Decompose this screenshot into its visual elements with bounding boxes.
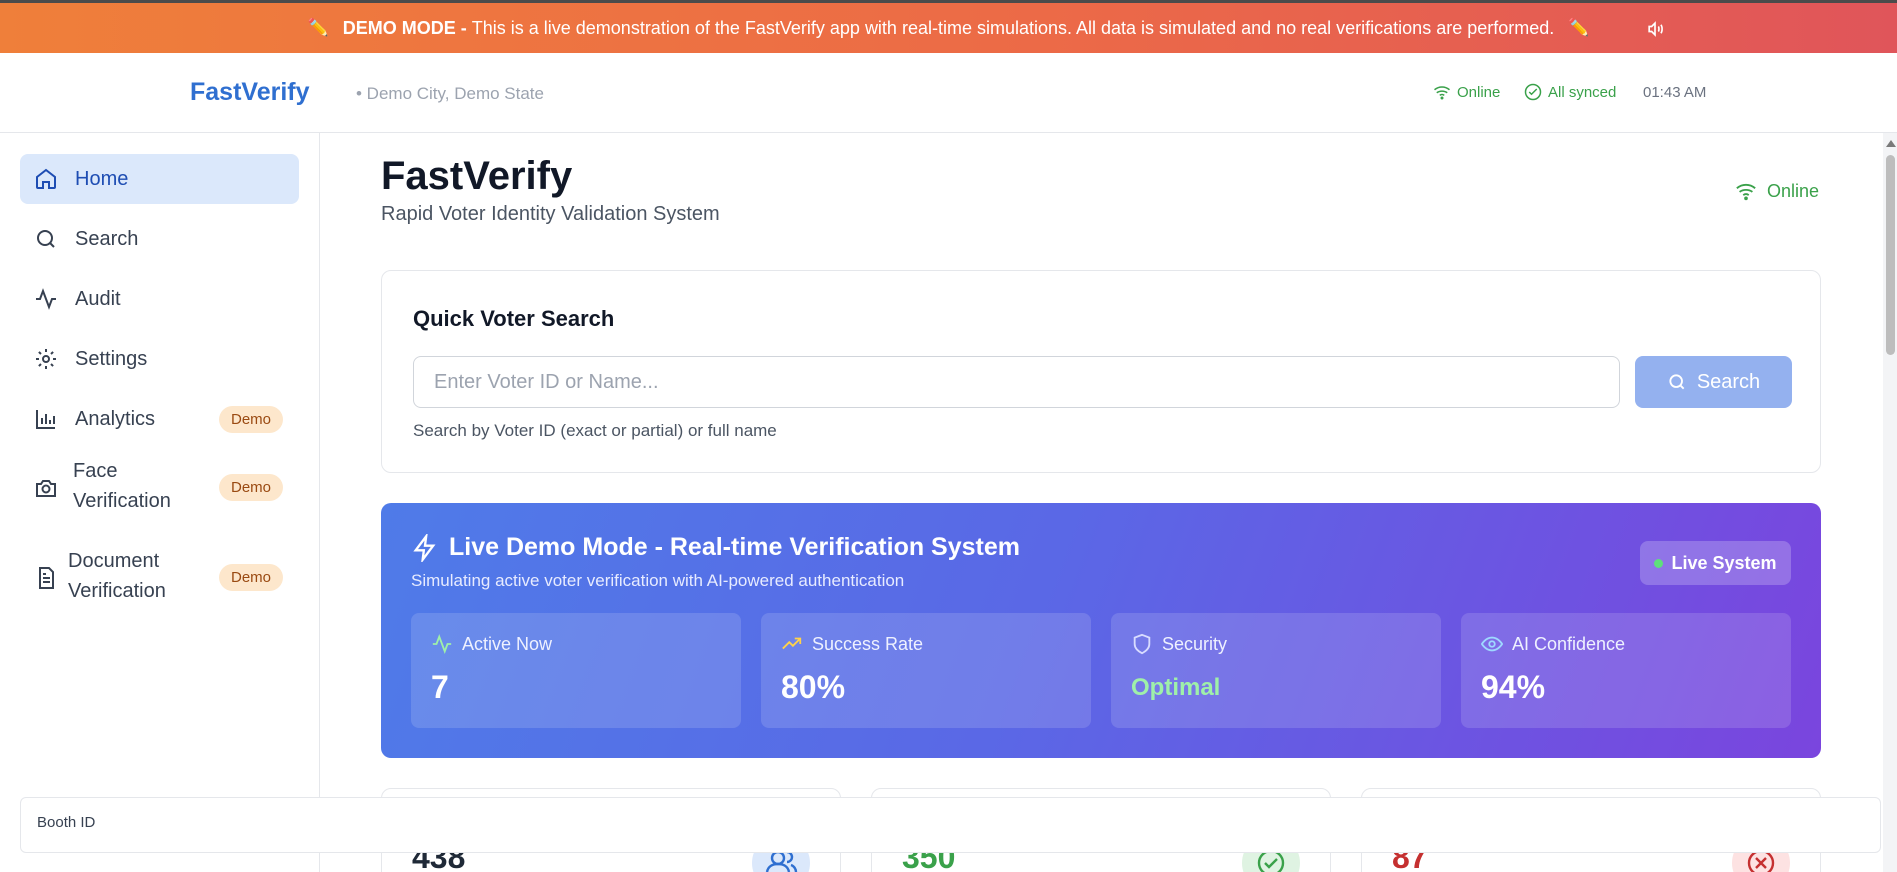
wifi-icon: [1434, 86, 1450, 100]
stat-label: AI Confidence: [1512, 633, 1626, 654]
demo-badge: Demo: [218, 406, 283, 433]
stat-value: Optimal: [1131, 674, 1221, 701]
stat-value: 94%: [1481, 669, 1546, 705]
sidebar-item-label: Face Verification: [73, 460, 171, 512]
banner-text: This is a live demonstration of the Fast…: [471, 17, 1555, 38]
gear-icon: [36, 349, 56, 369]
sidebar-item-home[interactable]: Home: [20, 154, 299, 204]
stat-label: Security: [1162, 633, 1228, 654]
activity-icon: [36, 288, 56, 310]
search-button[interactable]: Search: [1635, 356, 1792, 408]
stat-success-rate: Success Rate 80%: [761, 613, 1091, 728]
stat-active-now: Active Now 7: [411, 613, 741, 728]
lightning-icon: [413, 533, 436, 562]
sidebar-item-label: Analytics: [75, 408, 156, 430]
location-label: • Demo City, Demo State: [356, 84, 544, 103]
home-icon: [36, 168, 56, 189]
demo-title: Live Demo Mode - Real-time Verification …: [411, 533, 1020, 562]
stat-value: 80%: [781, 669, 846, 705]
sidebar-item-settings[interactable]: Settings: [20, 334, 299, 384]
stat-label: Success Rate: [812, 633, 924, 654]
speaker-icon[interactable]: [1644, 19, 1666, 39]
demo-banner: ✏️ DEMO MODE - This is a live demonstrat…: [0, 0, 1897, 53]
banner-strong: DEMO MODE -: [342, 17, 467, 38]
stat-value: 7: [431, 669, 449, 705]
sidebar-item-face-verification[interactable]: Face Verification Demo: [20, 454, 299, 520]
activity-icon: [432, 634, 452, 654]
top-bar: FastVerify • Demo City, Demo State Onlin…: [0, 53, 1897, 133]
sidebar-item-label: Document Verification: [68, 550, 166, 602]
wifi-icon: [1736, 183, 1756, 201]
brand-logo[interactable]: FastVerify: [190, 78, 310, 107]
demo-subtitle: Simulating active voter verification wit…: [411, 571, 905, 590]
sidebar-item-label: Home: [75, 168, 129, 190]
sidebar-item-audit[interactable]: Audit: [20, 274, 299, 324]
stat-ai-confidence: AI Confidence 94%: [1461, 613, 1791, 728]
live-dot-icon: [1654, 558, 1664, 568]
eye-icon: [1481, 636, 1503, 652]
quick-search-card: Quick Voter Search Search Search by Vote…: [381, 270, 1821, 473]
scroll-up-arrow-icon[interactable]: [1886, 140, 1896, 147]
online-label: Online: [1457, 83, 1501, 101]
search-icon: [1669, 374, 1685, 390]
search-icon: [37, 230, 55, 248]
search-hint: Search by Voter ID (exact or partial) or…: [413, 421, 777, 440]
sidebar: Home Search Audit Settings Analytics Dem…: [0, 133, 320, 872]
demo-title-text: Live Demo Mode - Real-time Verification …: [449, 533, 1020, 561]
shield-icon: [1133, 633, 1151, 655]
search-button-label: Search: [1696, 370, 1761, 393]
live-badge-label: Live System: [1671, 552, 1777, 573]
online-label: Online: [1767, 180, 1820, 201]
sidebar-item-label: Settings: [75, 348, 148, 370]
sidebar-item-search[interactable]: Search: [20, 214, 299, 264]
clock: 01:43 AM: [1643, 84, 1707, 101]
search-heading: Quick Voter Search: [413, 306, 615, 331]
scrollbar-thumb[interactable]: [1886, 155, 1895, 355]
pencil-icon: ✏️: [1568, 18, 1590, 37]
sync-status: All synced: [1524, 83, 1616, 101]
live-demo-panel: Live Demo Mode - Real-time Verification …: [381, 503, 1821, 758]
document-icon: [39, 567, 54, 589]
bar-chart-icon: [36, 410, 55, 429]
main-connection-status: Online: [1734, 180, 1819, 202]
check-circle-icon: [1524, 83, 1542, 101]
synced-label: All synced: [1548, 83, 1617, 101]
stat-label: Active Now: [462, 633, 553, 654]
sidebar-item-document-verification[interactable]: Document Verification Demo: [20, 544, 299, 610]
stat-security: Security Optimal: [1111, 613, 1441, 728]
demo-badge: Demo: [218, 474, 283, 501]
sidebar-item-analytics[interactable]: Analytics Demo: [20, 394, 299, 444]
page-title: FastVerify: [381, 154, 573, 198]
voter-search-input[interactable]: [413, 356, 1620, 408]
booth-id-bar[interactable]: Booth ID: [20, 797, 1881, 853]
trending-up-icon: [782, 637, 802, 650]
demo-badge: Demo: [218, 564, 283, 591]
sidebar-item-label: Audit: [75, 288, 121, 310]
live-system-badge: Live System: [1640, 541, 1791, 585]
camera-icon: [36, 480, 56, 497]
pencil-icon: ✏️: [307, 18, 329, 37]
connection-status: Online: [1433, 83, 1500, 101]
page-subtitle: Rapid Voter Identity Validation System: [381, 203, 720, 225]
sidebar-item-label: Search: [75, 228, 139, 250]
booth-id-label: Booth ID: [37, 814, 96, 831]
